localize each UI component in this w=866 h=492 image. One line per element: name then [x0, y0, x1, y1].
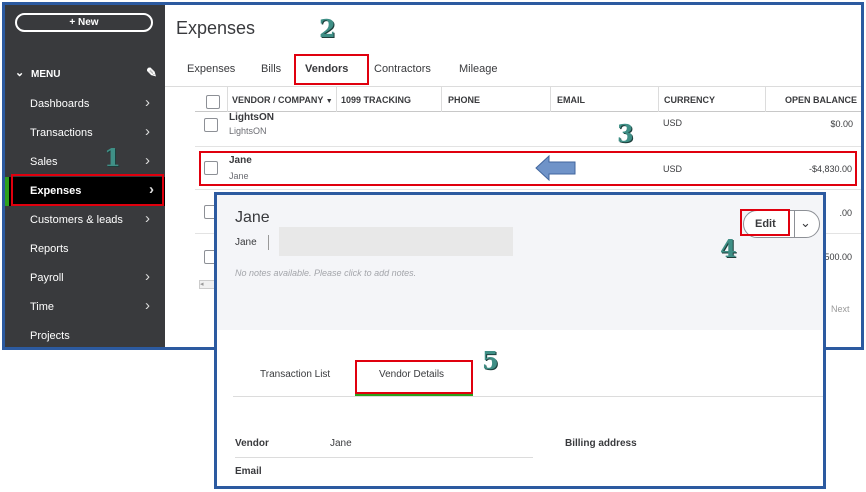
- chevron-down-icon[interactable]: ⌄: [800, 215, 811, 231]
- chevron-right-icon: ›: [145, 94, 150, 111]
- tab-mileage[interactable]: Mileage: [459, 63, 498, 75]
- vendor-value: Jane: [330, 438, 352, 449]
- vendor-balance: .00: [839, 208, 852, 218]
- notes-placeholder[interactable]: No notes available. Please click to add …: [235, 268, 416, 278]
- table-header: VENDOR / COMPANY ▼ 1099 TRACKING PHONE E…: [195, 87, 861, 112]
- chevron-right-icon: ›: [145, 268, 150, 285]
- billing-address-label: Billing address: [565, 438, 637, 449]
- divider: [794, 211, 795, 237]
- vendor-label: Vendor: [235, 438, 269, 449]
- divider: [268, 235, 269, 250]
- step-number-1: 1: [104, 143, 121, 172]
- highlight-vendor-details-tab: [355, 360, 473, 394]
- column-divider: [765, 87, 766, 112]
- tab-bills[interactable]: Bills: [261, 63, 281, 75]
- chevron-down-icon: ⌄: [15, 67, 25, 79]
- vendor-subtitle: Jane: [235, 237, 257, 248]
- sidebar-item-sales[interactable]: Sales ›: [5, 148, 165, 177]
- sidebar-item-label: Transactions: [30, 127, 93, 139]
- sidebar-item-label: Dashboards: [30, 98, 90, 110]
- tab-divider: [233, 396, 823, 397]
- step-number-5: 5: [482, 346, 499, 375]
- row-divider: [195, 189, 861, 190]
- step-number-4: 4: [720, 234, 737, 263]
- sidebar-item-label: Sales: [30, 156, 58, 168]
- sidebar-item-customers-leads[interactable]: Customers & leads ›: [5, 206, 165, 235]
- sidebar-item-label: Reports: [30, 243, 69, 255]
- column-divider: [227, 87, 228, 112]
- column-header-phone[interactable]: PHONE: [448, 95, 480, 105]
- new-button[interactable]: + New: [15, 13, 153, 32]
- sort-down-icon: ▼: [325, 98, 333, 105]
- sidebar-item-reports[interactable]: Reports: [5, 235, 165, 264]
- sidebar-item-dashboards[interactable]: Dashboards ›: [5, 90, 165, 119]
- sidebar-item-label: Projects: [30, 330, 70, 342]
- highlight-expenses: [11, 174, 164, 206]
- vendor-company: LightsON: [229, 126, 267, 136]
- vendor-balance: $0.00: [830, 119, 853, 129]
- sidebar-item-transactions[interactable]: Transactions ›: [5, 119, 165, 148]
- vendor-popup: Jane Jane No notes available. Please cli…: [214, 192, 826, 489]
- sidebar-item-label: Payroll: [30, 272, 64, 284]
- column-divider: [658, 87, 659, 112]
- row-checkbox[interactable]: [204, 118, 218, 132]
- email-label: Email: [235, 466, 262, 477]
- pencil-icon[interactable]: ✎: [146, 65, 157, 81]
- column-header-open-balance[interactable]: OPEN BALANCE: [785, 95, 857, 105]
- highlight-vendors-tab: [294, 54, 369, 85]
- highlight-jane-row: [199, 151, 857, 186]
- column-header-1099[interactable]: 1099 TRACKING: [341, 95, 411, 105]
- column-header-vendor-label: VENDOR / COMPANY: [232, 95, 324, 105]
- column-header-currency[interactable]: CURRENCY: [664, 95, 715, 105]
- vendor-name[interactable]: LightsON: [229, 112, 274, 123]
- sidebar-item-projects[interactable]: Projects: [5, 322, 165, 347]
- column-divider: [441, 87, 442, 112]
- field-divider: [235, 457, 533, 458]
- step-number-3: 3: [617, 119, 634, 148]
- column-divider: [550, 87, 551, 112]
- menu-header[interactable]: ⌄ MENU ✎: [15, 65, 157, 83]
- sidebar-item-payroll[interactable]: Payroll ›: [5, 264, 165, 293]
- vendor-currency: USD: [663, 118, 683, 128]
- chevron-right-icon: ›: [145, 210, 150, 227]
- next-page-link[interactable]: Next: [831, 304, 850, 314]
- chevron-right-icon: ›: [145, 152, 150, 169]
- tab-expenses[interactable]: Expenses: [187, 63, 235, 75]
- tab-contractors[interactable]: Contractors: [374, 63, 431, 75]
- step-number-2: 2: [319, 14, 336, 43]
- tab-transaction-list[interactable]: Transaction List: [260, 369, 330, 380]
- sidebar-item-label: Customers & leads: [30, 214, 123, 226]
- vendor-balance: 500.00: [824, 252, 852, 262]
- left-arrow-icon: [535, 155, 576, 181]
- sidebar-item-time[interactable]: Time ›: [5, 293, 165, 322]
- vendor-info-field: [279, 227, 513, 256]
- menu-label: MENU: [31, 69, 61, 80]
- page-title: Expenses: [176, 18, 256, 38]
- vendor-title: Jane: [235, 209, 270, 226]
- column-header-email[interactable]: EMAIL: [557, 95, 585, 105]
- chevron-right-icon: ›: [145, 297, 150, 314]
- column-divider: [336, 87, 337, 112]
- highlight-edit-button: [740, 209, 790, 236]
- column-header-vendor[interactable]: VENDOR / COMPANY ▼: [232, 95, 333, 105]
- chevron-right-icon: ›: [145, 123, 150, 140]
- sidebar-item-label: Time: [30, 301, 55, 313]
- row-divider: [195, 146, 861, 147]
